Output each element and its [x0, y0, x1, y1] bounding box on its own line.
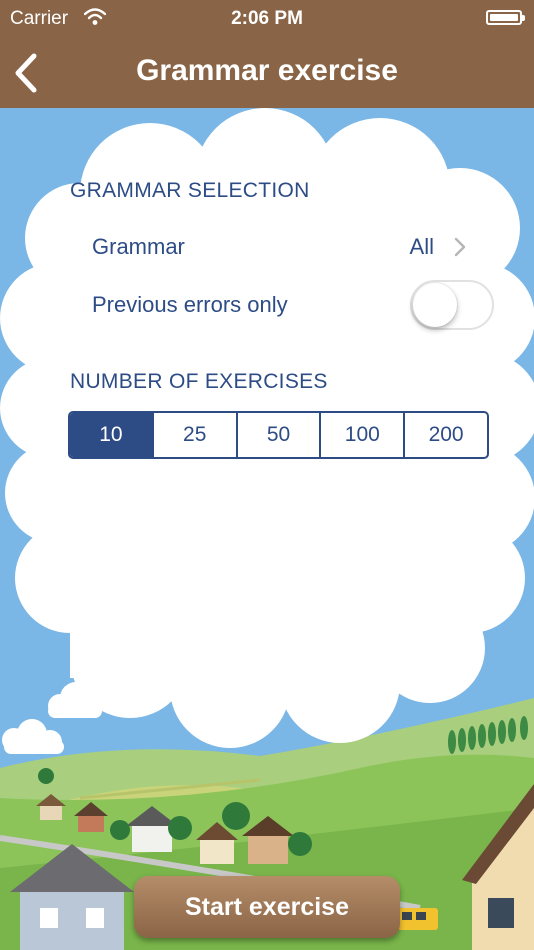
- segment-25[interactable]: 25: [151, 413, 236, 457]
- grammar-value: All: [409, 234, 434, 259]
- start-exercise-button[interactable]: Start exercise: [134, 876, 400, 938]
- chevron-right-icon: [454, 237, 466, 257]
- segment-100[interactable]: 100: [319, 413, 403, 457]
- previous-errors-label: Previous errors only: [92, 292, 288, 317]
- segment-50[interactable]: 50: [235, 413, 320, 457]
- page-title: Grammar exercise: [136, 54, 398, 87]
- grammar-label: Grammar: [92, 234, 185, 259]
- previous-errors-toggle[interactable]: [410, 280, 494, 330]
- status-time: 2:06 PM: [231, 8, 303, 29]
- background-scene: GRAMMAR SELECTION Grammar All Previous e…: [0, 108, 534, 950]
- battery-icon: [486, 10, 525, 25]
- segment-200[interactable]: 200: [403, 413, 487, 457]
- navigation-bar: Grammar exercise: [0, 40, 534, 108]
- toggle-knob: [413, 283, 457, 327]
- number-of-exercises-header: NUMBER OF EXERCISES: [70, 370, 328, 393]
- exercise-count-selector[interactable]: 10 25 50 100 200: [68, 411, 489, 459]
- grammar-selection-header: GRAMMAR SELECTION: [70, 179, 310, 202]
- status-bar: Carrier 2:06 PM: [0, 0, 534, 40]
- segment-10[interactable]: 10: [70, 413, 152, 457]
